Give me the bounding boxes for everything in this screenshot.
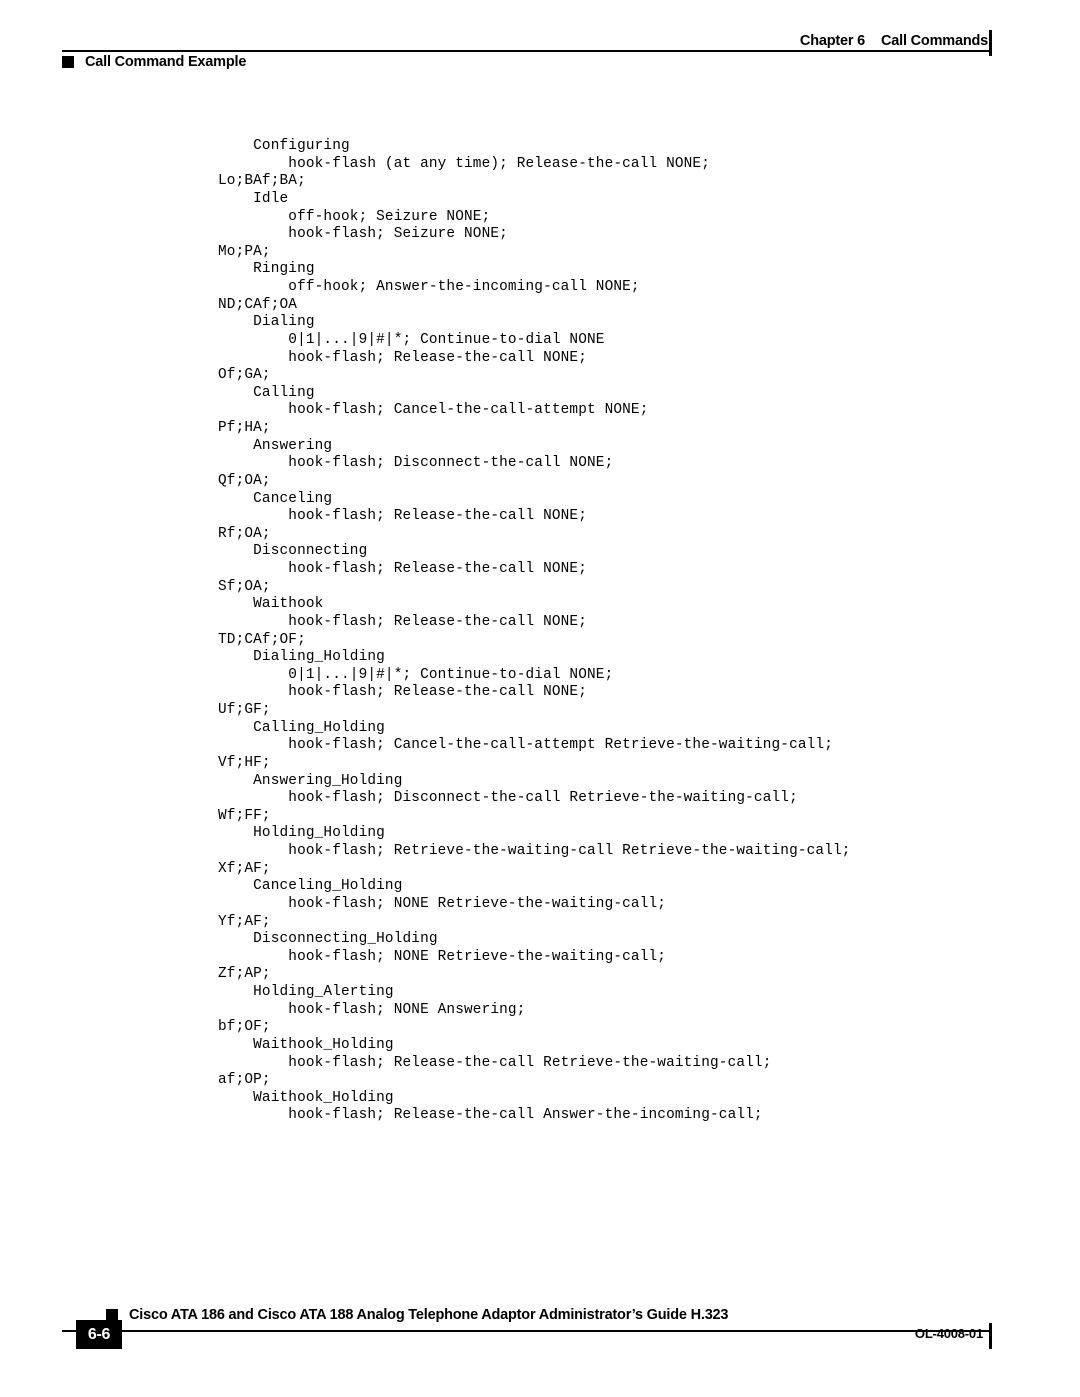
footer-guide-title: Cisco ATA 186 and Cisco ATA 188 Analog T… bbox=[129, 1307, 729, 1323]
code-line: hook-flash; Release-the-call NONE; bbox=[218, 349, 588, 366]
code-line: hook-flash; NONE Retrieve-the-waiting-ca… bbox=[218, 948, 667, 965]
code-line: hook-flash; Release-the-call NONE; bbox=[218, 684, 588, 701]
code-line: hook-flash; Retrieve-the-waiting-call Re… bbox=[218, 843, 851, 859]
page-number-badge: 6-6 bbox=[76, 1320, 122, 1349]
page-header: Chapter 6 Call Commands Call Command Exa… bbox=[0, 0, 1080, 90]
code-line: af;OP; bbox=[218, 1072, 271, 1089]
code-line: Ringing bbox=[218, 261, 315, 278]
code-line: Answering_Holding bbox=[218, 772, 403, 789]
code-line: Canceling_Holding bbox=[218, 878, 403, 895]
code-line: Holding_Holding bbox=[218, 825, 385, 842]
code-line: hook-flash; Cancel-the-call-attempt Retr… bbox=[218, 737, 834, 754]
code-line: Pf;HA; bbox=[218, 420, 271, 436]
code-line: Waithook_Holding bbox=[218, 1036, 394, 1053]
code-line: hook-flash; NONE Answering; bbox=[218, 1001, 526, 1018]
code-line: Qf;OA; bbox=[218, 472, 271, 489]
header-chapter-label: Chapter 6 bbox=[799, 33, 866, 49]
code-line: Dialing bbox=[218, 314, 315, 331]
code-line: off-hook; Seizure NONE; bbox=[218, 208, 491, 225]
page-footer: Cisco ATA 186 and Cisco ATA 188 Analog T… bbox=[0, 1290, 1080, 1370]
code-line: Rf;OA; bbox=[218, 525, 271, 542]
code-line: Sf;OA; bbox=[218, 578, 271, 595]
code-line: hook-flash; Release-the-call NONE; bbox=[218, 613, 588, 630]
code-line: Wf;FF; bbox=[218, 807, 271, 824]
header-rule-end-tick bbox=[989, 30, 992, 56]
code-line: Calling bbox=[218, 384, 315, 401]
code-line: hook-flash; Release-the-call NONE; bbox=[218, 561, 588, 577]
code-line: Xf;AF; bbox=[218, 860, 271, 877]
code-line: 0|1|...|9|#|*; Continue-to-dial NONE; bbox=[218, 666, 614, 683]
footer-rule-end-tick bbox=[989, 1323, 992, 1349]
code-line: Mo;PA; bbox=[218, 243, 271, 260]
code-line: Yf;AF; bbox=[218, 913, 271, 930]
code-line: Disconnecting bbox=[218, 543, 368, 560]
code-line: Zf;AP; bbox=[218, 966, 271, 983]
code-line: Waithook bbox=[218, 596, 324, 613]
code-line: hook-flash; Cancel-the-call-attempt NONE… bbox=[218, 402, 649, 419]
code-line: hook-flash; NONE Retrieve-the-waiting-ca… bbox=[218, 895, 667, 912]
header-section-heading: Call Command Example bbox=[62, 54, 246, 70]
code-line: hook-flash; Disconnect-the-call Retrieve… bbox=[218, 790, 798, 807]
footer-guide-title-row: Cisco ATA 186 and Cisco ATA 188 Analog T… bbox=[106, 1307, 728, 1323]
code-line: off-hook; Answer-the-incoming-call NONE; bbox=[218, 279, 640, 295]
code-line: TD;CAf;OF; bbox=[218, 631, 306, 648]
square-bullet-icon bbox=[62, 56, 74, 68]
header-section-label: Call Command Example bbox=[85, 54, 247, 70]
code-line: hook-flash (at any time); Release-the-ca… bbox=[218, 155, 711, 172]
code-line: hook-flash; Seizure NONE; bbox=[218, 226, 508, 243]
code-line: hook-flash; Release-the-call Retrieve-th… bbox=[218, 1054, 772, 1071]
code-line: Calling_Holding bbox=[218, 719, 385, 736]
call-command-example-code: Configuring hook-flash (at any time); Re… bbox=[218, 138, 1038, 1125]
code-line: Lo;BAf;BA; bbox=[218, 173, 306, 190]
code-line: Idle bbox=[218, 190, 289, 207]
footer-divider-rule bbox=[62, 1330, 990, 1332]
header-chapter-title: Call Commands bbox=[881, 33, 988, 49]
code-line: Vf;HF; bbox=[218, 754, 271, 771]
code-line: hook-flash; Release-the-call Answer-the-… bbox=[218, 1107, 763, 1124]
code-line: Dialing_Holding bbox=[218, 649, 385, 666]
code-line: Disconnecting_Holding bbox=[218, 931, 438, 948]
code-line: Canceling bbox=[218, 490, 333, 507]
code-line: 0|1|...|9|#|*; Continue-to-dial NONE bbox=[218, 331, 605, 348]
code-line: ND;CAf;OA bbox=[218, 296, 298, 313]
document-id: OL-4008-01 bbox=[914, 1326, 983, 1341]
code-line: Uf;GF; bbox=[218, 702, 271, 718]
code-line: bf;OF; bbox=[218, 1019, 271, 1036]
header-chapter-info: Chapter 6 Call Commands bbox=[800, 33, 988, 49]
code-line: Of;GA; bbox=[218, 367, 271, 384]
code-line: Waithook_Holding bbox=[218, 1089, 394, 1106]
header-divider-rule bbox=[62, 50, 990, 52]
code-line: Holding_Alerting bbox=[218, 984, 394, 1000]
code-line: hook-flash; Disconnect-the-call NONE; bbox=[218, 455, 614, 472]
code-line: Configuring bbox=[218, 138, 350, 154]
code-line: hook-flash; Release-the-call NONE; bbox=[218, 508, 588, 525]
code-line: Answering bbox=[218, 437, 333, 454]
